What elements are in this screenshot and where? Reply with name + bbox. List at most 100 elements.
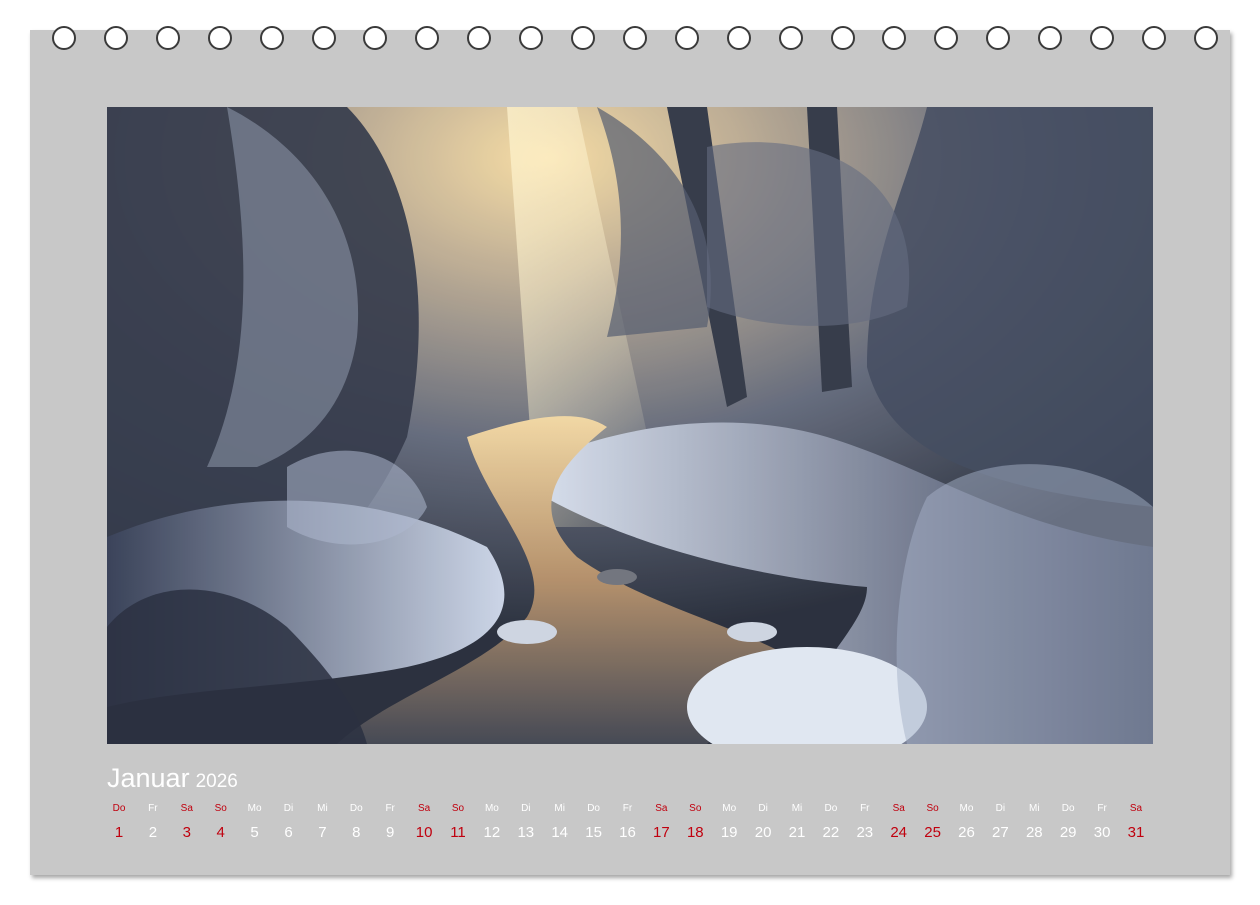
day-cell: Fr 16 <box>611 802 645 842</box>
day-cell: Mo 19 <box>712 802 746 842</box>
binding-hole <box>259 26 284 50</box>
day-cell: Sa 10 <box>407 802 441 842</box>
weekday-label: Fr <box>385 803 395 814</box>
weekday-label: So <box>451 803 465 814</box>
weekday-label: Do <box>1061 803 1075 814</box>
weekday-label: Di <box>758 803 768 814</box>
day-cell: Mi 7 <box>305 802 339 842</box>
winter-forest-image <box>107 107 1153 744</box>
binding-hole <box>155 26 180 50</box>
weekday-label: Sa <box>1129 803 1143 814</box>
weekday-label: Fr <box>622 803 633 814</box>
day-number: 10 <box>415 824 433 841</box>
day-cell: Sa 17 <box>644 802 678 842</box>
weekday-label: Sa <box>417 803 431 814</box>
binding-hole <box>882 26 907 50</box>
day-cell: Mo 5 <box>238 802 272 842</box>
day-cell: So 11 <box>441 802 475 842</box>
day-number: 24 <box>890 824 908 841</box>
binding-hole <box>830 26 855 50</box>
day-cell: Do 8 <box>339 802 373 842</box>
day-number: 30 <box>1093 824 1111 841</box>
day-number: 20 <box>754 824 772 841</box>
weekday-label: So <box>926 803 939 814</box>
binding-hole <box>571 26 595 50</box>
day-number: 6 <box>284 824 293 841</box>
day-number: 15 <box>585 824 602 841</box>
binding-hole <box>986 26 1011 50</box>
weekday-label: Di <box>521 803 531 814</box>
weekday-label: Do <box>112 803 126 814</box>
weekday-label: Di <box>283 803 294 814</box>
binding-hole <box>103 26 128 50</box>
day-number: 9 <box>386 824 395 841</box>
day-number: 12 <box>483 824 501 841</box>
day-number: 19 <box>720 824 738 841</box>
day-number: 2 <box>148 824 158 841</box>
weekday-label: Sa <box>655 803 668 814</box>
day-cell: Mo 26 <box>950 802 984 842</box>
day-cell: Di 13 <box>509 802 543 842</box>
year-label: 2026 <box>195 771 238 792</box>
binding-hole <box>467 26 492 50</box>
binding-hole <box>622 26 647 50</box>
weekday-label: Do <box>587 803 600 814</box>
day-cell: Mo 12 <box>475 802 509 842</box>
day-number: 23 <box>856 824 874 841</box>
day-number: 8 <box>352 824 361 841</box>
day-cell: Sa 31 <box>1119 802 1153 842</box>
day-cell: Fr 2 <box>136 802 170 842</box>
weekday-label: Mo <box>484 803 499 814</box>
weekday-label: Fr <box>148 803 158 814</box>
day-cell: Sa 3 <box>170 802 204 842</box>
binding-hole <box>1193 26 1218 50</box>
weekday-label: Mi <box>554 803 565 814</box>
binding-hole <box>52 26 76 50</box>
weekday-label: Mi <box>317 803 328 814</box>
day-number: 25 <box>924 824 941 841</box>
day-cell: Fr 9 <box>373 802 407 842</box>
weekday-label: Mi <box>1029 803 1040 814</box>
day-cell: So 25 <box>916 802 950 842</box>
binding-hole <box>363 26 388 50</box>
binding-holes <box>0 26 1260 52</box>
day-number: 22 <box>822 824 840 841</box>
day-cell: So 18 <box>678 802 712 842</box>
month-title: Januar 2026 <box>107 763 238 794</box>
weekday-label: Sa <box>892 803 905 814</box>
binding-hole <box>1141 26 1166 50</box>
binding-hole <box>726 26 751 50</box>
binding-hole <box>1090 26 1114 50</box>
binding-hole <box>1038 26 1063 50</box>
day-number: 21 <box>788 824 806 841</box>
day-cell: Di 6 <box>272 802 306 842</box>
binding-hole <box>934 26 959 50</box>
binding-hole <box>778 26 803 50</box>
binding-hole <box>207 26 232 50</box>
weekday-label: Mi <box>791 803 803 814</box>
weekday-label: So <box>214 803 227 814</box>
day-cell: Di 27 <box>983 802 1017 842</box>
day-cell: Fr 23 <box>848 802 882 842</box>
day-number: 5 <box>250 824 259 841</box>
month-name: Januar <box>107 763 190 793</box>
day-cell: Do 29 <box>1051 802 1085 842</box>
day-number: 7 <box>318 824 327 841</box>
day-number: 17 <box>653 824 670 841</box>
binding-hole <box>415 26 440 50</box>
binding-hole <box>519 26 544 50</box>
day-cell: Di 20 <box>746 802 780 842</box>
day-number: 4 <box>216 824 225 841</box>
weekday-label: Mo <box>959 803 974 814</box>
day-cell: So 4 <box>204 802 238 842</box>
binding-hole <box>674 26 699 50</box>
day-number: 27 <box>992 824 1009 841</box>
day-cell: Mi 28 <box>1017 802 1051 842</box>
day-cell: Mi 14 <box>543 802 577 842</box>
weekday-label: Do <box>349 803 363 814</box>
weekday-label: Mo <box>247 803 262 814</box>
weekday-label: Sa <box>180 803 193 814</box>
weekday-label: Mo <box>722 803 737 814</box>
month-photo <box>107 107 1153 744</box>
day-number: 29 <box>1059 824 1077 841</box>
